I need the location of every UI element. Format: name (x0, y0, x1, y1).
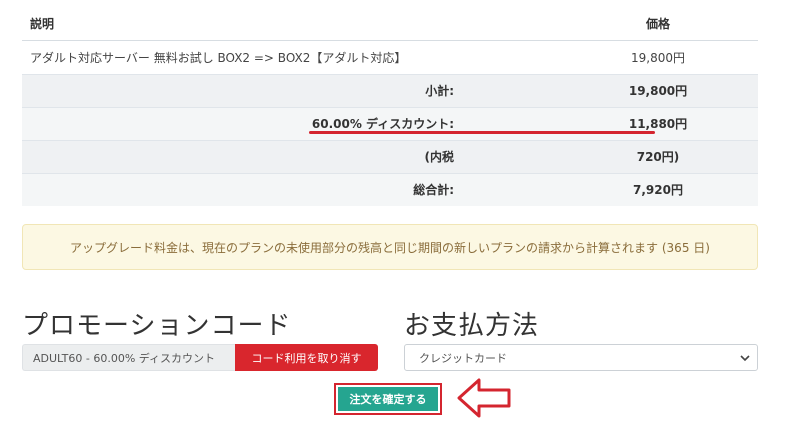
header-price: 価格 (558, 8, 758, 41)
total-row: 総合計: 7,920円 (22, 172, 758, 206)
item-price: 19,800円 (558, 40, 758, 74)
tax-value: 720円) (558, 139, 758, 173)
subtotal-label: 小計: (22, 73, 558, 107)
promo-code-group: ADULT60 - 60.00% ディスカウント コード利用を取り消す (22, 344, 378, 371)
upgrade-notice: アップグレード料金は、現在のプランの未使用部分の残高と同じ期間の新しいプランの請… (22, 224, 758, 270)
tax-row: (内税 720円) (22, 139, 758, 173)
discount-value: 11,880円 (558, 106, 758, 140)
confirm-highlight-box: 注文を確定する (334, 383, 442, 415)
order-summary-table: 説明 価格 アダルト対応サーバー 無料お試し BOX2 => BOX2【アダルト… (22, 8, 758, 206)
payment-method-title: お支払方法 (404, 311, 540, 341)
item-description: アダルト対応サーバー 無料お試し BOX2 => BOX2【アダルト対応】 (22, 40, 558, 74)
total-value: 7,920円 (558, 172, 758, 206)
promo-code-input[interactable]: ADULT60 - 60.00% ディスカウント (22, 344, 235, 371)
arrow-left-icon (457, 378, 511, 418)
discount-label: 60.00% ディスカウント: (22, 106, 558, 140)
tax-label: (内税 (22, 139, 558, 173)
payment-method-select[interactable]: クレジットカード (404, 344, 758, 371)
chevron-down-icon (740, 355, 750, 362)
total-label: 総合計: (22, 172, 558, 206)
discount-highlight-underline (309, 131, 655, 134)
table-row: アダルト対応サーバー 無料お試し BOX2 => BOX2【アダルト対応】 19… (22, 40, 758, 74)
subtotal-value: 19,800円 (558, 73, 758, 107)
remove-promo-button[interactable]: コード利用を取り消す (235, 344, 378, 371)
payment-method-value: クレジットカード (419, 351, 507, 365)
header-description: 説明 (22, 8, 558, 41)
confirm-order-button[interactable]: 注文を確定する (338, 387, 438, 411)
promo-code-title: プロモーションコード (22, 311, 292, 341)
subtotal-row: 小計: 19,800円 (22, 73, 758, 107)
discount-row: 60.00% ディスカウント: 11,880円 (22, 106, 758, 140)
table-header-row: 説明 価格 (22, 8, 758, 41)
